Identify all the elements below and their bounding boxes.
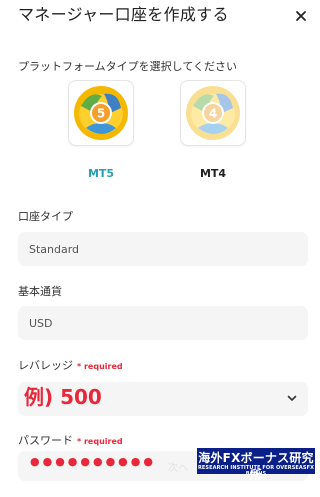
password-required-marker: * required (77, 437, 123, 446)
platform-selector: 5 MT5 4 MT4 (0, 80, 320, 200)
leverage-label-text: レバレッジ (18, 359, 73, 372)
platform-option-mt4[interactable]: 4 MT4 (180, 80, 246, 180)
account-type-label: 口座タイプ (18, 210, 73, 223)
next-button[interactable]: 次へ (168, 459, 188, 474)
account-type-field[interactable]: Standard (18, 232, 308, 266)
platform-name-mt5: MT5 (87, 167, 115, 180)
base-currency-field[interactable]: USD (18, 306, 308, 340)
close-icon[interactable] (294, 9, 308, 23)
leverage-label: レバレッジ * required (18, 357, 123, 373)
password-label: パスワード * required (18, 432, 123, 448)
mt5-version-digit: 5 (97, 107, 105, 121)
platform-type-label: プラットフォームタイプを選択してください (18, 60, 238, 73)
base-currency-value: USD (29, 316, 53, 330)
platform-option-mt5[interactable]: 5 MT5 (68, 80, 134, 180)
mt4-icon: 4 (180, 80, 246, 146)
leverage-example-annotation: 例) 500 (24, 385, 102, 409)
modal-header: マネージャー口座を作成する (18, 5, 308, 27)
password-masked-value: ●●●●●●●●●● (30, 455, 156, 468)
chevron-down-icon[interactable] (286, 392, 298, 407)
mt5-icon: 5 (68, 80, 134, 146)
base-currency-label: 基本通貨 (18, 285, 62, 298)
watermark-logo: 海外FXボーナス研究所 RESEARCH INSTITUTE FOR OVERS… (197, 448, 315, 482)
page-title: マネージャー口座を作成する (18, 5, 229, 24)
account-type-value: Standard (29, 242, 80, 256)
mt4-version-digit: 4 (209, 107, 217, 121)
password-label-text: パスワード (18, 434, 73, 447)
watermark-sub-text: RESEARCH INSTITUTE FOR OVERSEASFX BONUS (197, 465, 315, 477)
leverage-select[interactable]: 例) 500 (18, 382, 308, 416)
leverage-required-marker: * required (77, 362, 123, 371)
platform-name-mt4: MT4 (199, 167, 227, 180)
